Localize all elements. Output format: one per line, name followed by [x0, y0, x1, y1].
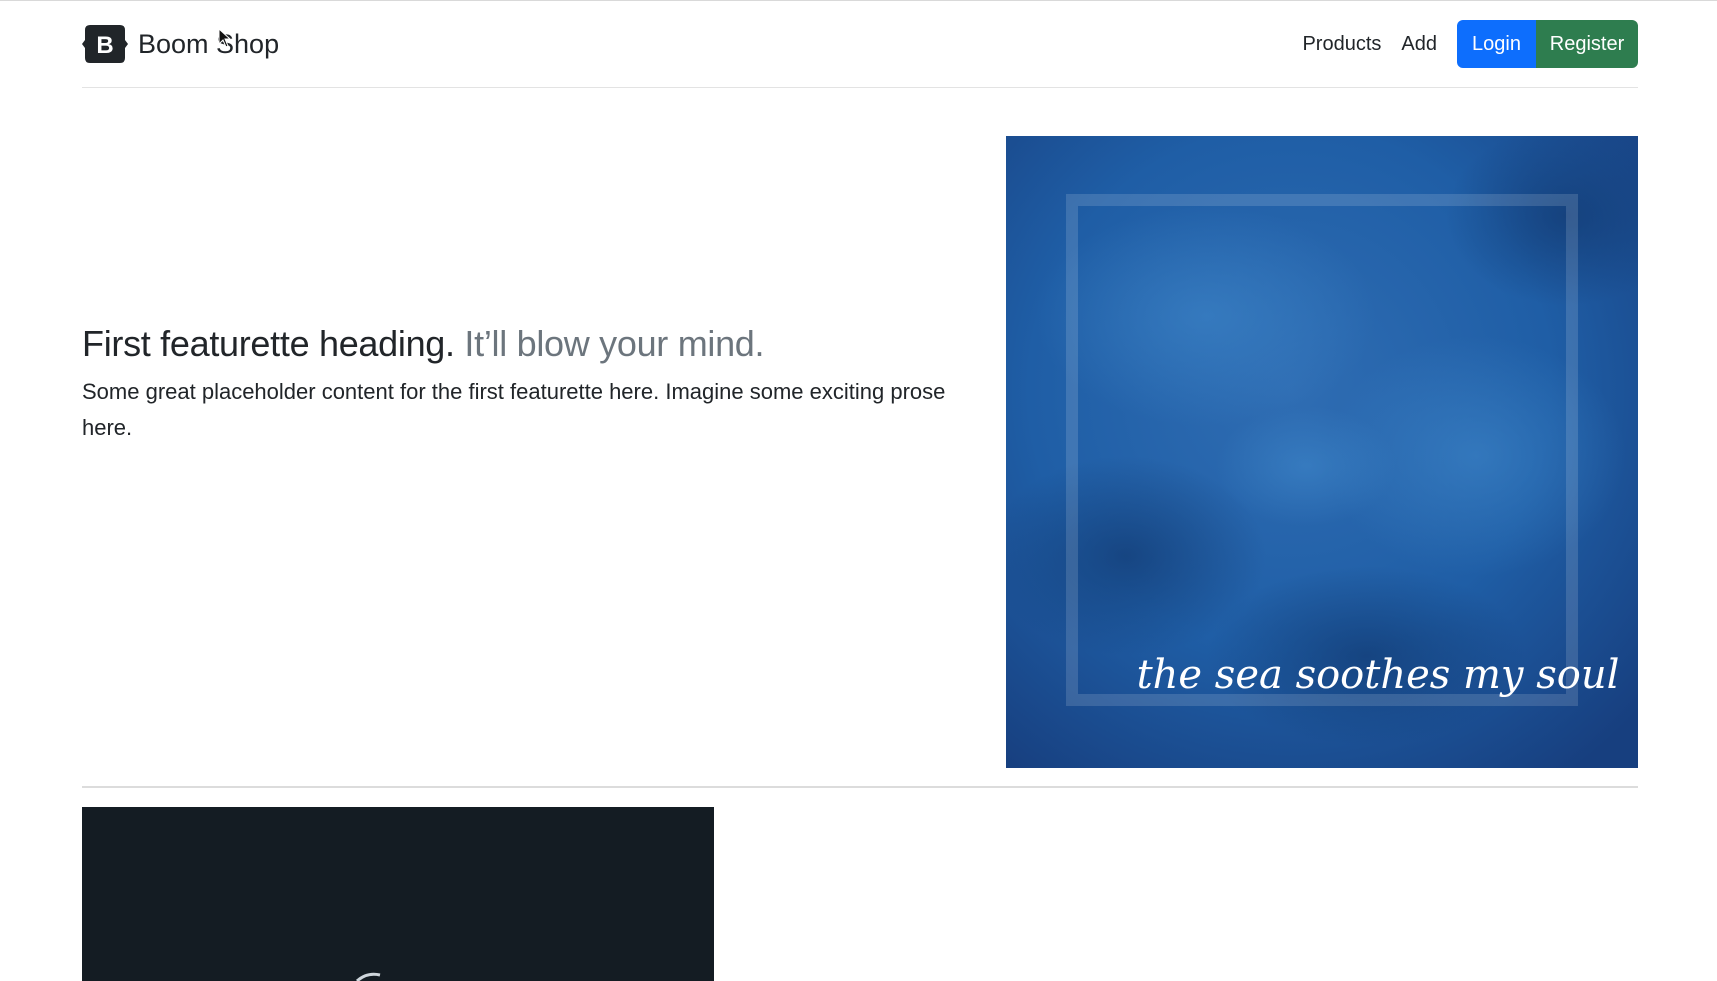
login-button[interactable]: Login [1457, 20, 1536, 68]
featurette-heading-main: First featurette heading. [82, 323, 455, 364]
auth-button-group: Login Register [1457, 20, 1638, 68]
second-featurette-image [82, 807, 714, 981]
second-image-art [355, 972, 381, 981]
brand-link[interactable]: B Boom Shop [82, 23, 279, 65]
brand-name: Boom Shop [138, 29, 280, 59]
brand-logo-icon: B [82, 25, 128, 63]
featurette-text: First featurette heading. It’ll blow you… [82, 322, 962, 446]
featurette-heading-muted: It’ll blow your mind. [464, 323, 765, 364]
image-caption: the sea soothes my soul [1137, 652, 1620, 698]
section-divider [82, 786, 1638, 788]
nav-link-add[interactable]: Add [1401, 21, 1437, 67]
main-nav: Products Add Login Register [1302, 20, 1638, 68]
featurette-image: the sea soothes my soul [1006, 136, 1638, 768]
site-header: B Boom Shop Products Add Login Register [82, 0, 1638, 88]
featurette-lead: Some great placeholder content for the f… [82, 379, 946, 440]
mouse-cursor-icon [218, 28, 232, 48]
featurette-heading: First featurette heading. It’ll blow you… [82, 322, 962, 366]
register-button[interactable]: Register [1536, 20, 1638, 68]
featurette-section: First featurette heading. It’ll blow you… [82, 136, 1638, 768]
brand-logo-letter: B [96, 32, 113, 59]
nav-link-products[interactable]: Products [1302, 21, 1381, 67]
